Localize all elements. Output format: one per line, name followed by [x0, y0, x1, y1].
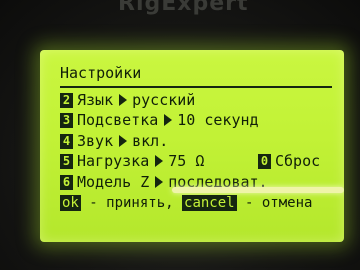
arrow-right-icon	[119, 94, 128, 106]
arrow-right-icon	[119, 135, 128, 147]
arrow-right-icon	[155, 176, 164, 188]
selection-glare	[172, 187, 344, 193]
item-number-badge: 4	[60, 133, 73, 149]
arrow-right-icon	[155, 155, 164, 167]
menu-item-backlight[interactable]: 3 Подсветка 10 секунд	[60, 111, 259, 129]
ok-hint-text: - принять,	[80, 195, 183, 211]
item-number-badge: 2	[60, 92, 73, 108]
item-label: Подсветка	[77, 111, 159, 129]
item-value: 10 секунд	[177, 111, 259, 129]
title-divider	[60, 86, 332, 88]
menu-item-reset[interactable]: 0 Сброс	[258, 152, 320, 170]
menu-item-language[interactable]: 2 Язык русский	[60, 91, 195, 109]
brand-label: RigExpert	[118, 0, 249, 16]
cancel-key[interactable]: cancel	[182, 195, 237, 211]
footer-hint: ok - принять, cancel - отмена	[60, 194, 312, 212]
item-label: Язык	[77, 91, 114, 109]
cancel-hint-text: - отмена	[236, 195, 313, 211]
item-value: русский	[132, 91, 196, 109]
menu-item-sound[interactable]: 4 Звук вкл.	[60, 132, 168, 150]
item-label: Звук	[77, 132, 114, 150]
device-body: RigExpert Настройки 2 Язык русский 3 Под…	[0, 0, 360, 270]
ok-key[interactable]: ok	[60, 195, 81, 211]
item-number-badge: 0	[258, 153, 271, 169]
menu-title: Настройки	[60, 64, 142, 82]
item-value: вкл.	[132, 132, 169, 150]
item-label: Нагрузка	[77, 152, 150, 170]
item-number-badge: 3	[60, 112, 73, 128]
menu-item-load[interactable]: 5 Нагрузка 75 Ω 0 Сброс	[60, 152, 344, 170]
item-number-badge: 6	[60, 174, 73, 190]
lcd-screen: Настройки 2 Язык русский 3 Подсветка 10 …	[40, 50, 344, 242]
item-label: Модель Z	[77, 173, 150, 191]
arrow-right-icon	[164, 114, 173, 126]
item-value: 75 Ω	[168, 152, 205, 170]
item-number-badge: 5	[60, 153, 73, 169]
item-label: Сброс	[275, 152, 321, 170]
